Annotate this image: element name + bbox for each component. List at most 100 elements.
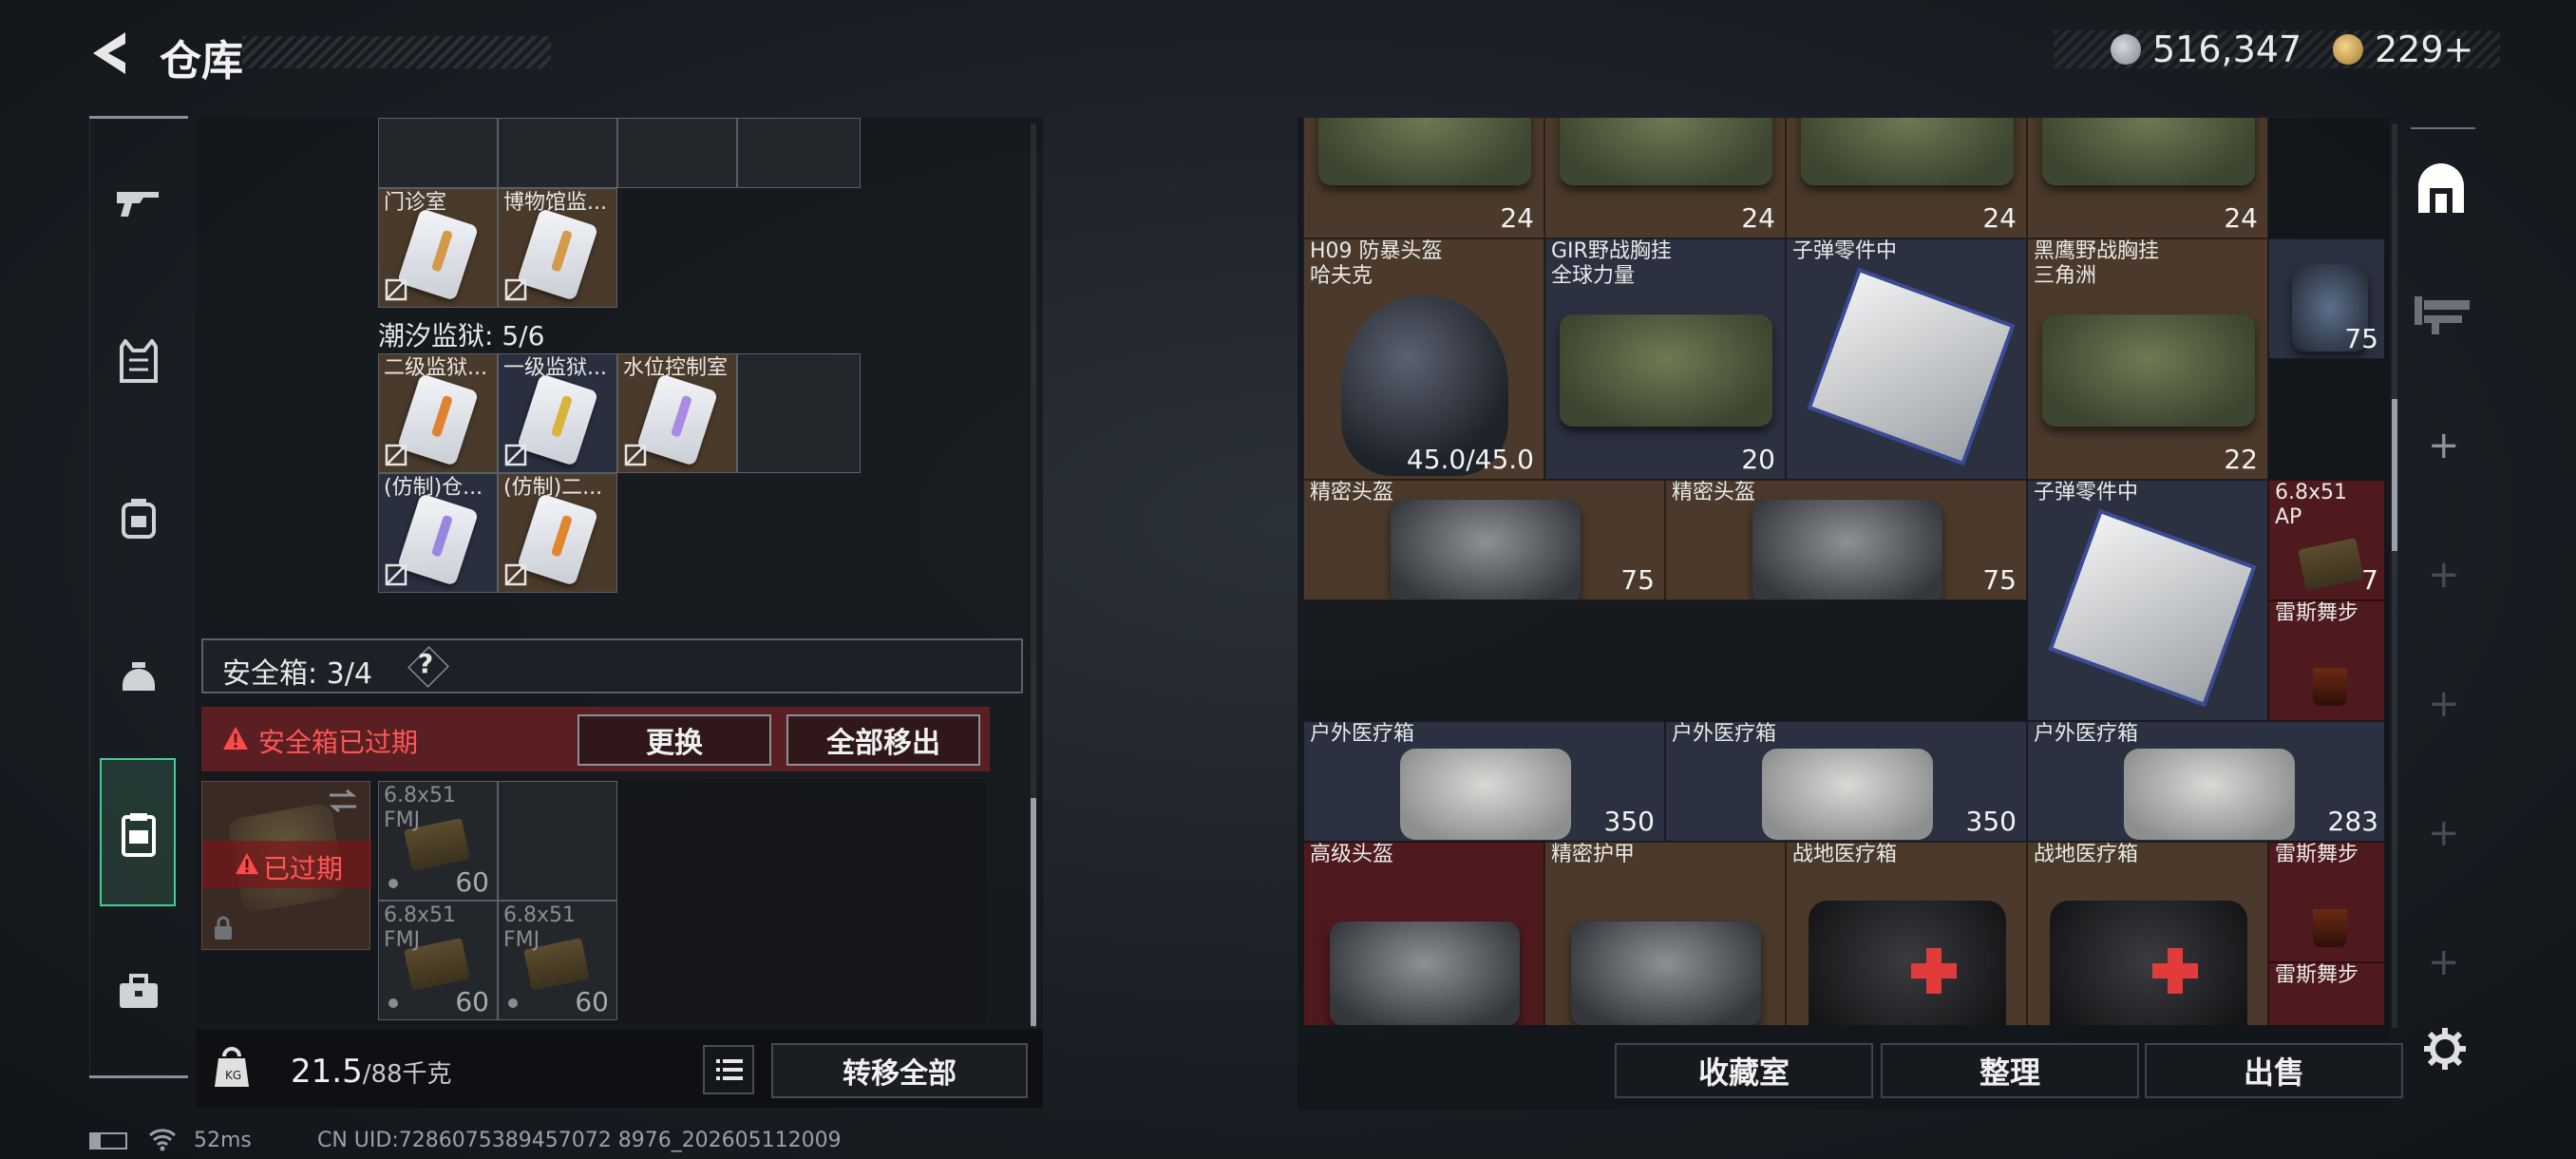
weapon-rack-tab[interactable] bbox=[2413, 287, 2473, 340]
keycard-cell[interactable]: 门诊室 bbox=[378, 188, 498, 308]
inventory-item[interactable]: 黑鹰野战胸挂 三角洲 22 bbox=[2027, 238, 2268, 480]
inventory-item[interactable]: 24 bbox=[2027, 118, 2268, 238]
item-value: 24 bbox=[2224, 202, 2258, 234]
item-label: 高级头盔 bbox=[1310, 843, 1394, 866]
inventory-item[interactable]: DAR突击手胸挂 全球力量24 bbox=[1303, 118, 1544, 238]
inventory-item[interactable]: DAR突击手胸挂 全球力量24 bbox=[1786, 118, 2027, 238]
keycard-cell[interactable]: (仿制)仓... bbox=[378, 473, 498, 593]
keycard-cell[interactable]: 一级监狱... bbox=[498, 353, 617, 473]
inventory-item[interactable]: 户外医疗箱 283 bbox=[2027, 721, 2384, 842]
item-value: 350 bbox=[1603, 806, 1655, 837]
expired-badge: 已过期 bbox=[263, 853, 344, 884]
grid-cell-empty[interactable] bbox=[378, 118, 498, 188]
safebox-label: 安全箱: 3/4 bbox=[222, 657, 372, 691]
right-scrollbar[interactable] bbox=[2392, 124, 2397, 1028]
gear-image bbox=[1330, 922, 1520, 1025]
keycard-image bbox=[516, 373, 599, 466]
item-label: 6.8x51 FMJ bbox=[384, 903, 457, 952]
inventory-item[interactable]: 雷斯舞步 bbox=[2268, 600, 2384, 721]
grid-cell-empty[interactable] bbox=[737, 118, 861, 188]
inventory-item[interactable]: 子弹零件中 bbox=[2027, 480, 2268, 721]
inventory-item[interactable]: 战地医疗箱 bbox=[2027, 842, 2268, 1025]
ammo-cell[interactable]: 6.8x51 FMJ 60 bbox=[378, 781, 498, 901]
left-scrollbar-thumb[interactable] bbox=[1031, 798, 1036, 1026]
inventory-item[interactable]: 高级头盔 bbox=[1303, 842, 1544, 1025]
grid-cell-empty[interactable] bbox=[737, 353, 861, 473]
item-value: 24 bbox=[1982, 202, 2017, 234]
inventory-item[interactable]: 雷斯舞步 bbox=[2268, 842, 2384, 962]
inventory-item[interactable]: 精密头盔 75 bbox=[1665, 480, 2027, 600]
add-tab-icon[interactable]: + bbox=[2428, 553, 2460, 597]
nav-divider-bottom bbox=[89, 1075, 188, 1078]
warehouse-icon bbox=[2418, 163, 2464, 213]
inventory-item[interactable]: H09 防暴头盔 哈夫克 45.0/45.0 bbox=[1303, 238, 1544, 480]
collection-room-button[interactable]: 收藏室 bbox=[1615, 1043, 1873, 1098]
silver-coin-icon bbox=[2111, 34, 2141, 65]
keycard-cell[interactable]: (仿制)二... bbox=[498, 473, 617, 593]
inventory-item[interactable]: DAR突击手胸挂 全球力量24 bbox=[1544, 118, 1786, 238]
add-tab-icon[interactable]: + bbox=[2428, 940, 2460, 984]
right-scrollbar-thumb[interactable] bbox=[2392, 399, 2397, 551]
keycard-image bbox=[396, 208, 480, 301]
inventory-item[interactable]: 6.8x51 AP 7 bbox=[2268, 480, 2384, 600]
prison-label: 潮汐监狱: 5/6 bbox=[378, 320, 545, 352]
inventory-item[interactable]: 精密头盔 75 bbox=[1303, 480, 1665, 600]
inventory-item[interactable]: 75 bbox=[2268, 238, 2384, 359]
warehouse-tab[interactable] bbox=[2413, 160, 2470, 217]
svg-text:KG: KG bbox=[225, 1069, 241, 1082]
keycard-cell[interactable]: 二级监狱... bbox=[378, 353, 498, 473]
add-tab-icon[interactable]: + bbox=[2428, 811, 2460, 855]
drink-image bbox=[2312, 908, 2347, 947]
add-tab-icon[interactable]: + bbox=[2428, 682, 2460, 726]
list-view-button[interactable] bbox=[703, 1045, 754, 1094]
toolbox-icon[interactable] bbox=[106, 960, 171, 1024]
inventory-item[interactable]: GIR野战胸挂 全球力量 20 bbox=[1544, 238, 1786, 480]
gold-currency[interactable]: 229+ bbox=[2333, 28, 2473, 70]
keycard-cell[interactable]: 博物馆监... bbox=[498, 188, 617, 308]
back-icon[interactable] bbox=[87, 28, 133, 78]
item-label: 雷斯舞步 bbox=[2275, 843, 2359, 866]
gear-image bbox=[1571, 922, 1761, 1025]
weight-value: 21.5/88千克 bbox=[291, 1053, 452, 1091]
add-tab-icon[interactable]: + bbox=[2428, 424, 2460, 467]
vest-icon[interactable] bbox=[106, 329, 171, 393]
inventory-item[interactable]: 户外医疗箱 350 bbox=[1665, 721, 2027, 842]
sell-button[interactable]: 出售 bbox=[2145, 1043, 2403, 1098]
status-dot bbox=[388, 998, 398, 1008]
grid-cell-empty[interactable] bbox=[498, 118, 617, 188]
item-value: 24 bbox=[1500, 202, 1534, 234]
no-trade-icon bbox=[385, 278, 407, 301]
replace-button[interactable]: 更换 bbox=[578, 714, 771, 766]
uid-text: CN UID:7286075389457072 8976_20260511200… bbox=[317, 1129, 842, 1152]
inventory-item[interactable]: 精密护甲 bbox=[1544, 842, 1786, 1025]
inventory-item[interactable]: 子弹零件中 bbox=[1786, 238, 2027, 480]
item-label: 户外医疗箱 bbox=[2034, 722, 2139, 746]
gear-image bbox=[1752, 499, 1942, 599]
keycard-cell[interactable]: 水位控制室 bbox=[617, 353, 737, 473]
transfer-all-button[interactable]: 转移全部 bbox=[771, 1043, 1028, 1098]
item-value: 22 bbox=[2224, 444, 2258, 475]
inventory-item[interactable]: 雷斯舞步 bbox=[2268, 962, 2384, 1025]
weapon-icon[interactable] bbox=[106, 171, 171, 236]
safebox-icon[interactable] bbox=[106, 802, 171, 866]
keycard-image bbox=[516, 493, 599, 586]
grid-cell-empty[interactable] bbox=[617, 118, 737, 188]
right-nav-divider bbox=[2411, 127, 2475, 129]
inventory-item[interactable]: 户外医疗箱 350 bbox=[1303, 721, 1665, 842]
safebox-slot[interactable]: 已过期 bbox=[201, 781, 371, 950]
settings-gear-icon[interactable] bbox=[2422, 1026, 2468, 1072]
status-dot bbox=[388, 879, 398, 888]
grid-cell-empty[interactable] bbox=[498, 781, 617, 901]
wifi-icon bbox=[148, 1129, 177, 1151]
helmet-icon[interactable] bbox=[106, 644, 171, 709]
no-trade-icon bbox=[624, 444, 647, 466]
sort-button[interactable]: 整理 bbox=[1881, 1043, 2139, 1098]
left-nav bbox=[89, 118, 189, 1079]
move-all-out-button[interactable]: 全部移出 bbox=[786, 714, 980, 766]
page-title: 仓库 bbox=[160, 37, 243, 86]
inventory-item[interactable]: 战地医疗箱 bbox=[1786, 842, 2027, 1025]
ammo-cell[interactable]: 6.8x51 FMJ 60 bbox=[498, 901, 617, 1020]
backpack-icon[interactable] bbox=[106, 486, 171, 551]
ammo-cell[interactable]: 6.8x51 FMJ 60 bbox=[378, 901, 498, 1020]
silver-currency[interactable]: 516,347 bbox=[2111, 28, 2301, 70]
